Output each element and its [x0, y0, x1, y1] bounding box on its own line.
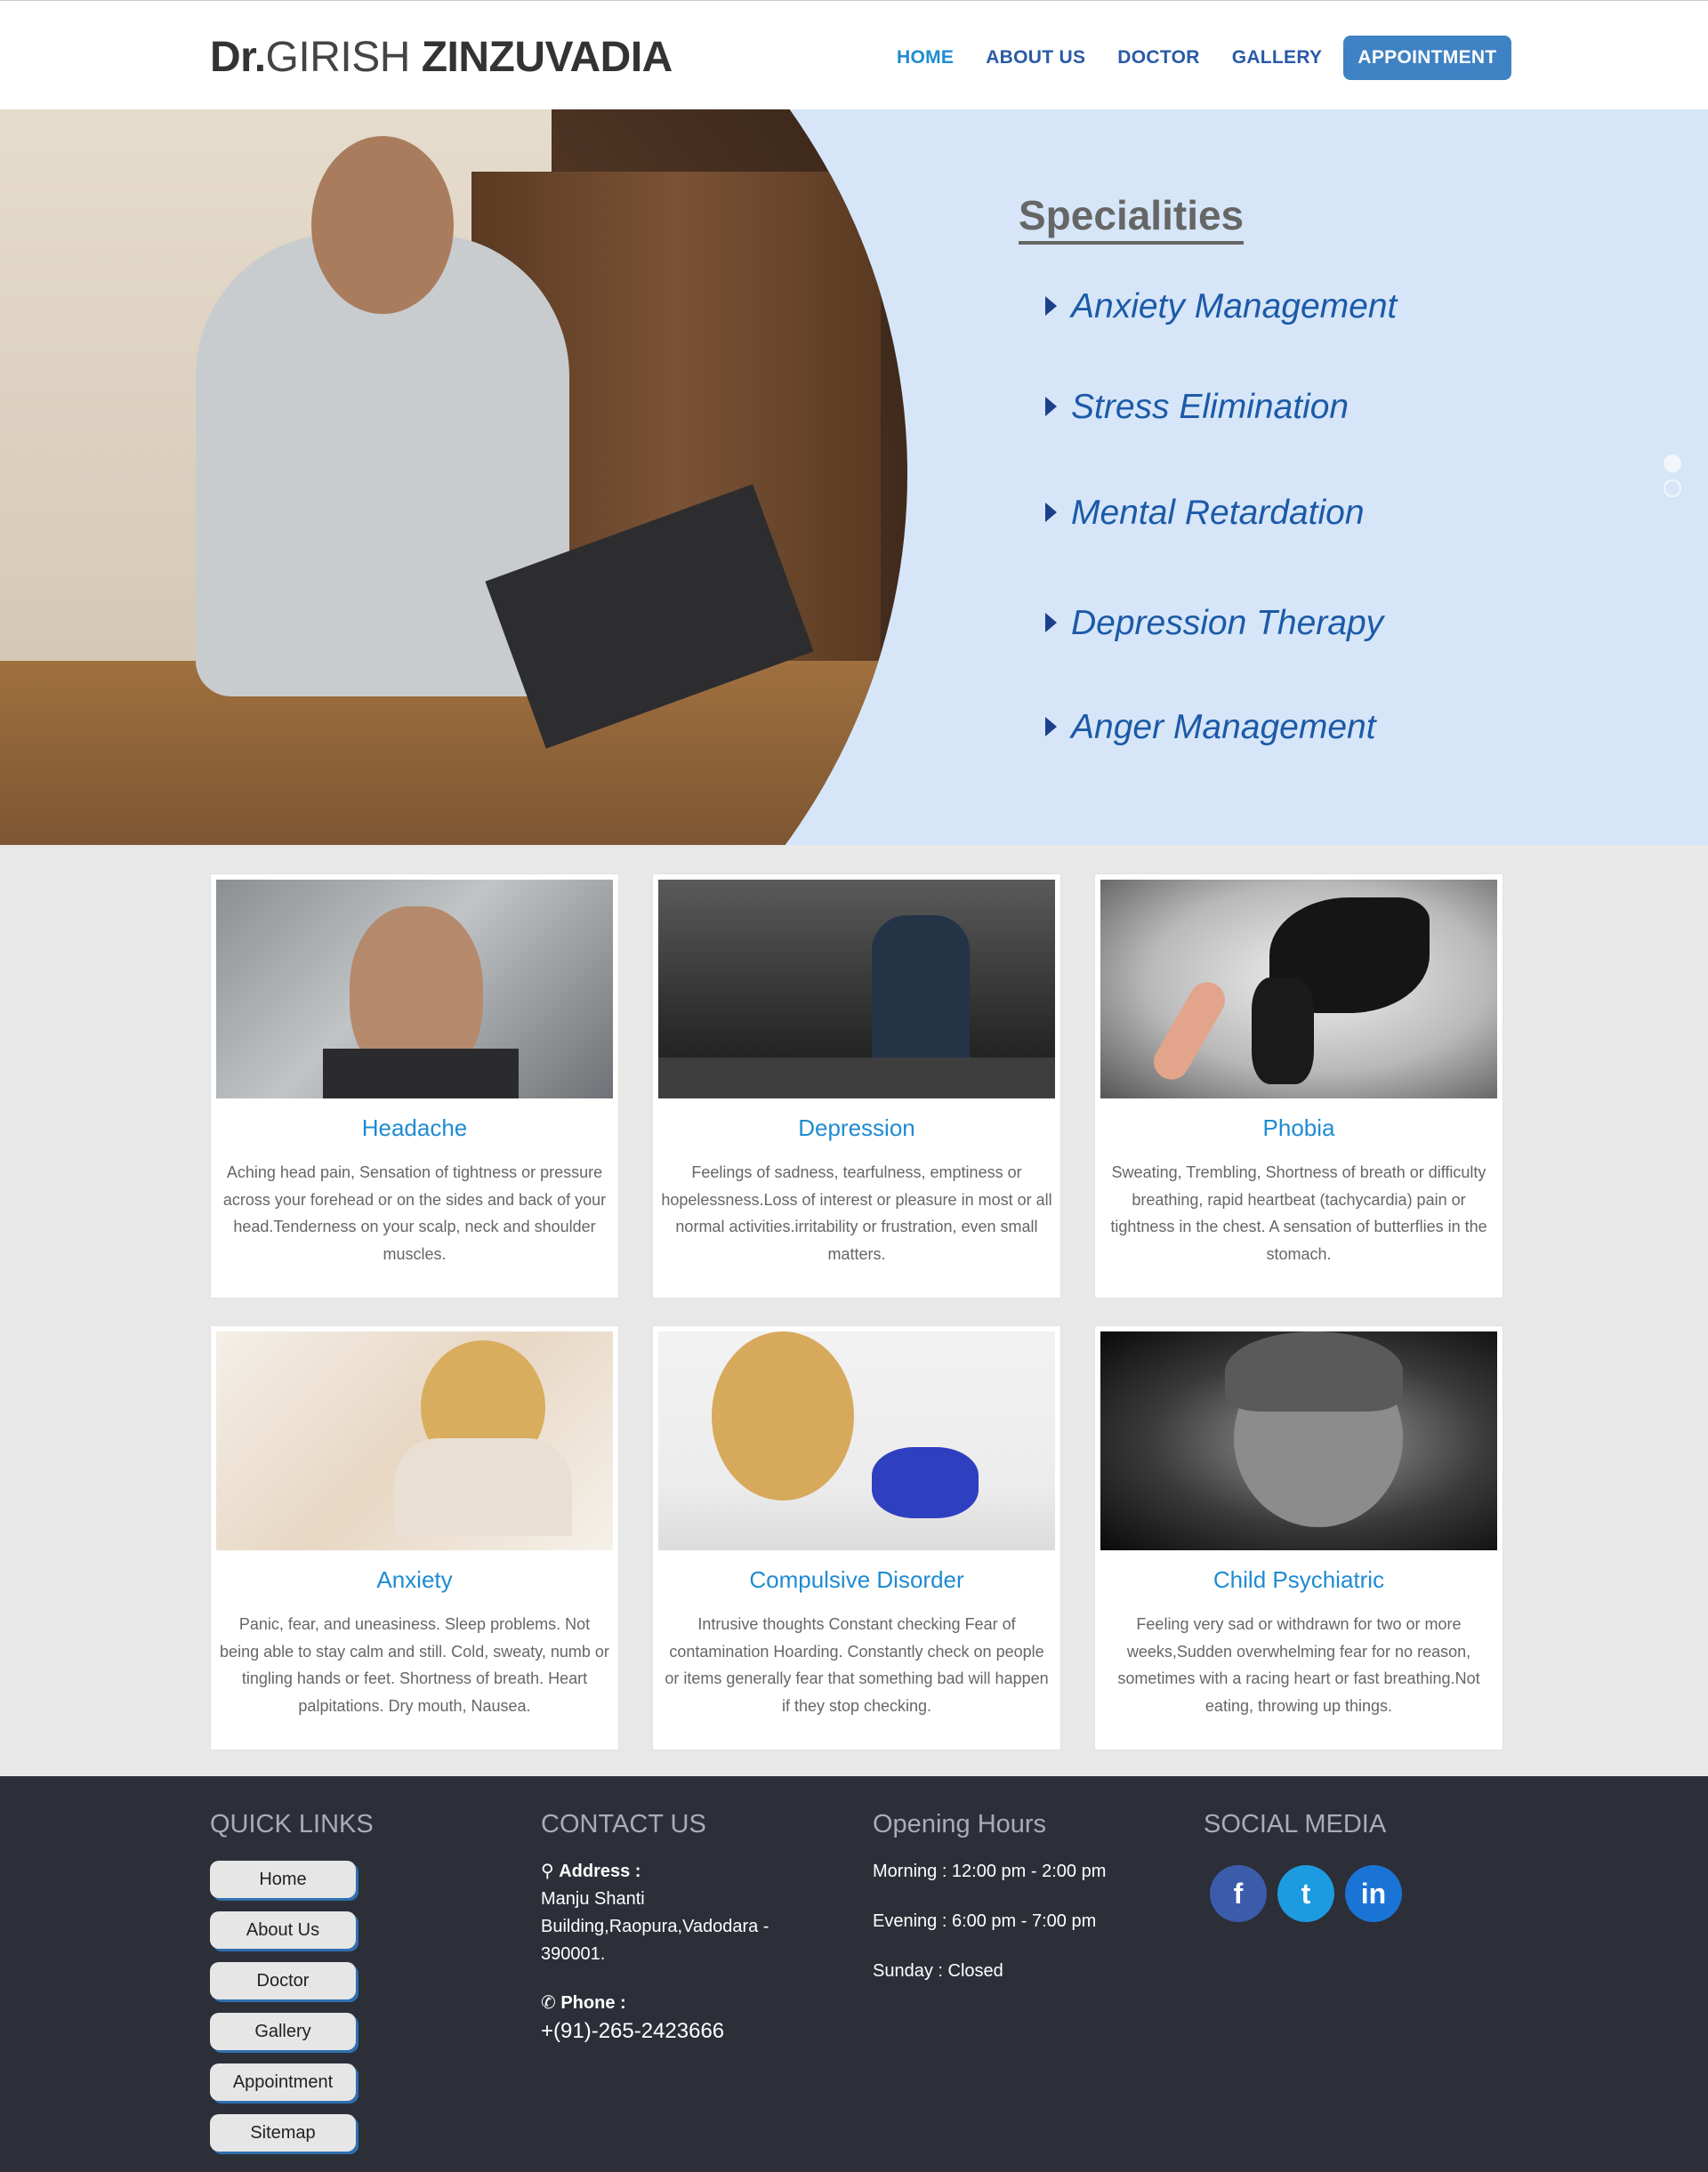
depression-image [658, 880, 1055, 1098]
hero-slider: Specialities Anxiety Management Stress E… [0, 109, 1708, 845]
anxiety-image [216, 1331, 613, 1550]
speciality-item: Stress Elimination [1045, 388, 1349, 427]
hours-morning: Morning : 12:00 pm - 2:00 pm [873, 1862, 1107, 1881]
phone-icon: ✆ [541, 1993, 556, 2013]
footer-link-gallery[interactable]: Gallery [210, 2013, 356, 2050]
nav-about-us[interactable]: ABOUT US [986, 47, 1085, 68]
linkedin-icon[interactable]: in [1345, 1865, 1402, 1922]
main-nav: HOME ABOUT US DOCTOR GALLERY APPOINTMENT [890, 35, 1511, 81]
card-title[interactable]: Phobia [1095, 1114, 1503, 1142]
logo-last-name: ZINZUVADIA [421, 34, 673, 81]
doctor-photo [0, 109, 907, 845]
speciality-item: Anxiety Management [1045, 287, 1397, 326]
opening-hours-title: Opening Hours [873, 1810, 1047, 1838]
card-text: Sweating, Trembling, Shortness of breath… [1110, 1163, 1487, 1263]
hours-sunday: Sunday : Closed [873, 1961, 1003, 1981]
child-psychiatric-image [1100, 1331, 1497, 1550]
card-text: Feelings of sadness, tearfulness, emptin… [661, 1163, 1052, 1263]
nav-home[interactable]: HOME [897, 47, 954, 68]
condition-card-child-psychiatric[interactable]: Child Psychiatric Feeling very sad or wi… [1094, 1325, 1503, 1750]
footer-link-about-us[interactable]: About Us [210, 1911, 356, 1949]
chevron-right-icon [1045, 716, 1057, 736]
footer-link-sitemap[interactable]: Sitemap [210, 2114, 356, 2152]
hours-evening: Evening : 6:00 pm - 7:00 pm [873, 1911, 1097, 1931]
nav-doctor[interactable]: DOCTOR [1117, 47, 1199, 68]
card-text: Feeling very sad or withdrawn for two or… [1117, 1615, 1480, 1715]
slider-dot[interactable] [1664, 455, 1681, 472]
chevron-right-icon [1045, 396, 1057, 416]
quick-links-title: QUICK LINKS [210, 1810, 374, 1838]
footer-link-doctor[interactable]: Doctor [210, 1962, 356, 1999]
map-marker-icon: ⚲ [541, 1862, 554, 1881]
phobia-image [1100, 880, 1497, 1098]
condition-card-headache[interactable]: Headache Aching head pain, Sensation of … [210, 873, 619, 1299]
card-title[interactable]: Depression [653, 1114, 1060, 1142]
speciality-item: Depression Therapy [1045, 604, 1383, 643]
nav-appointment-button[interactable]: APPOINTMENT [1343, 36, 1511, 80]
phone-number[interactable]: +(91)-265-2423666 [541, 2017, 724, 2045]
card-title[interactable]: Child Psychiatric [1095, 1566, 1503, 1594]
card-title[interactable]: Headache [211, 1114, 618, 1142]
contact-phone: ✆ Phone : +(91)-265-2423666 [541, 1993, 725, 2045]
card-text: Intrusive thoughts Constant checking Fea… [665, 1615, 1049, 1715]
specialities-title: Specialities [1019, 191, 1245, 245]
condition-card-compulsive-disorder[interactable]: Compulsive Disorder Intrusive thoughts C… [652, 1325, 1061, 1750]
nav-gallery[interactable]: GALLERY [1232, 47, 1323, 68]
chevron-right-icon [1045, 612, 1057, 632]
card-title[interactable]: Compulsive Disorder [653, 1566, 1060, 1594]
condition-card-phobia[interactable]: Phobia Sweating, Trembling, Shortness of… [1094, 873, 1503, 1299]
site-logo[interactable]: Dr.GIRISH ZINZUVADIA [210, 33, 673, 82]
logo-prefix: Dr. [210, 34, 266, 81]
chevron-right-icon [1045, 502, 1057, 522]
site-footer: QUICK LINKS Home About Us Doctor Gallery… [0, 1776, 1708, 2172]
card-title[interactable]: Anxiety [211, 1566, 618, 1594]
headache-image [216, 880, 613, 1098]
facebook-icon[interactable]: f [1210, 1865, 1267, 1922]
condition-card-depression[interactable]: Depression Feelings of sadness, tearfuln… [652, 873, 1061, 1299]
slider-dot[interactable] [1664, 479, 1681, 497]
speciality-item: Mental Retardation [1045, 494, 1365, 533]
card-text: Aching head pain, Sensation of tightness… [222, 1163, 607, 1263]
compulsive-disorder-image [658, 1331, 1055, 1550]
social-media-title: SOCIAL MEDIA [1204, 1810, 1387, 1838]
contact-us-title: CONTACT US [541, 1810, 706, 1838]
site-header: Dr.GIRISH ZINZUVADIA HOME ABOUT US DOCTO… [0, 0, 1708, 109]
logo-first-name: GIRISH [265, 34, 411, 81]
footer-link-appointment[interactable]: Appointment [210, 2063, 356, 2101]
contact-address: ⚲ Address : Manju Shanti Building,Raopur… [541, 1862, 769, 1964]
slider-dots [1664, 455, 1681, 504]
condition-card-anxiety[interactable]: Anxiety Panic, fear, and uneasiness. Sle… [210, 1325, 619, 1750]
twitter-icon[interactable]: t [1277, 1865, 1334, 1922]
chevron-right-icon [1045, 295, 1057, 316]
footer-link-home[interactable]: Home [210, 1861, 356, 1898]
speciality-item: Anger Management [1045, 708, 1376, 747]
card-text: Panic, fear, and uneasiness. Sleep probl… [220, 1615, 609, 1715]
